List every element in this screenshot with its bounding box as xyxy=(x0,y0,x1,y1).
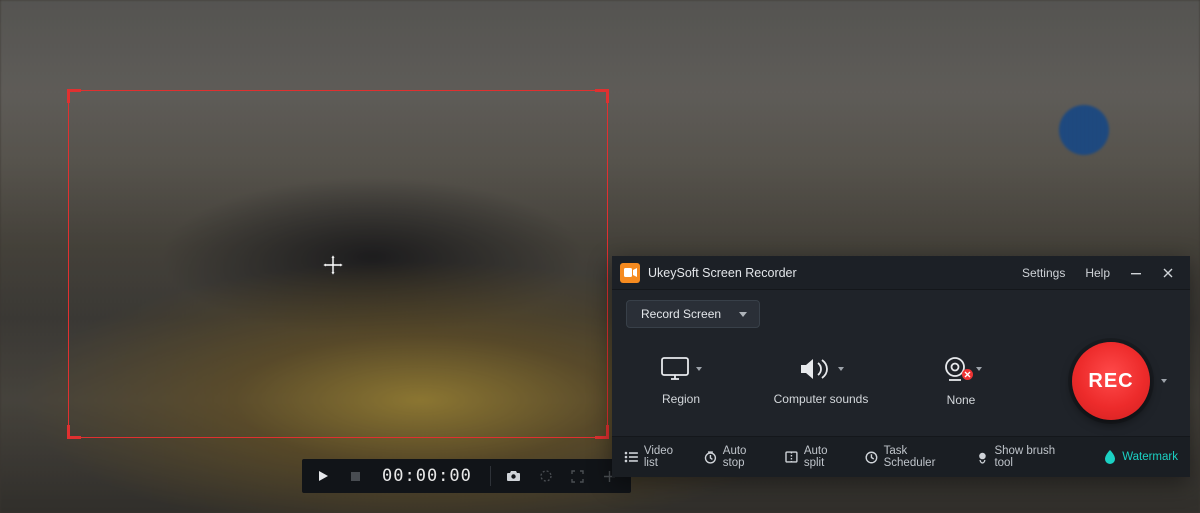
mini-control-bar: 00:00:00 xyxy=(302,459,631,493)
screen-source[interactable]: Region xyxy=(626,356,736,406)
record-mode-dropdown[interactable]: Record Screen xyxy=(626,300,760,328)
region-handle-tl[interactable] xyxy=(67,89,81,103)
watermark-button[interactable]: Watermark xyxy=(1104,450,1178,464)
speaker-icon xyxy=(798,356,832,382)
close-button[interactable] xyxy=(1156,261,1180,285)
audio-source[interactable]: Computer sounds xyxy=(736,356,906,406)
region-handle-br[interactable] xyxy=(595,425,609,439)
chevron-down-icon xyxy=(739,312,747,317)
task-scheduler-label: Task Scheduler xyxy=(884,445,962,469)
webcam-icon xyxy=(940,355,970,383)
task-scheduler-button[interactable]: Task Scheduler xyxy=(865,445,962,469)
video-list-button[interactable]: Video list xyxy=(624,445,690,469)
app-icon xyxy=(620,263,640,283)
region-handle-tr[interactable] xyxy=(595,89,609,103)
screen-source-label: Region xyxy=(662,392,700,406)
record-button-label: REC xyxy=(1088,370,1133,393)
help-link[interactable]: Help xyxy=(1079,262,1116,284)
stop-button[interactable] xyxy=(342,463,368,489)
region-handle-bl[interactable] xyxy=(67,425,81,439)
camera-source[interactable]: None xyxy=(906,355,1016,407)
chevron-down-icon xyxy=(1161,379,1167,383)
camera-source-label: None xyxy=(947,393,976,407)
elapsed-time: 00:00:00 xyxy=(374,466,480,486)
show-brush-label: Show brush tool xyxy=(994,445,1076,469)
chevron-down-icon xyxy=(696,367,702,371)
screenshot-button[interactable] xyxy=(501,463,527,489)
record-button[interactable]: REC xyxy=(1072,342,1150,420)
audio-source-label: Computer sounds xyxy=(774,392,869,406)
show-brush-button[interactable]: Show brush tool xyxy=(976,445,1077,469)
capture-region[interactable] xyxy=(68,90,608,438)
minimize-button[interactable] xyxy=(1124,261,1148,285)
panel-footer: Video list Auto stop Auto split Task Sch… xyxy=(612,436,1190,477)
chevron-down-icon xyxy=(976,367,982,371)
auto-stop-label: Auto stop xyxy=(723,445,771,469)
watermark-label: Watermark xyxy=(1122,451,1178,463)
recorder-panel: UkeySoft Screen Recorder Settings Help R… xyxy=(612,256,1190,477)
move-cursor-icon xyxy=(321,253,345,277)
separator xyxy=(490,466,491,486)
settings-link[interactable]: Settings xyxy=(1016,262,1071,284)
chevron-down-icon xyxy=(838,367,844,371)
app-title: UkeySoft Screen Recorder xyxy=(648,266,797,280)
titlebar: UkeySoft Screen Recorder Settings Help xyxy=(612,256,1190,290)
record-options-dropdown[interactable] xyxy=(1156,351,1172,411)
fullscreen-button[interactable] xyxy=(565,463,591,489)
monitor-icon xyxy=(660,356,690,382)
annotate-button[interactable] xyxy=(533,463,559,489)
auto-split-label: Auto split xyxy=(804,445,851,469)
auto-split-button[interactable]: Auto split xyxy=(785,445,851,469)
video-list-label: Video list xyxy=(644,445,690,469)
auto-stop-button[interactable]: Auto stop xyxy=(704,445,771,469)
play-button[interactable] xyxy=(310,463,336,489)
record-mode-label: Record Screen xyxy=(641,307,721,321)
